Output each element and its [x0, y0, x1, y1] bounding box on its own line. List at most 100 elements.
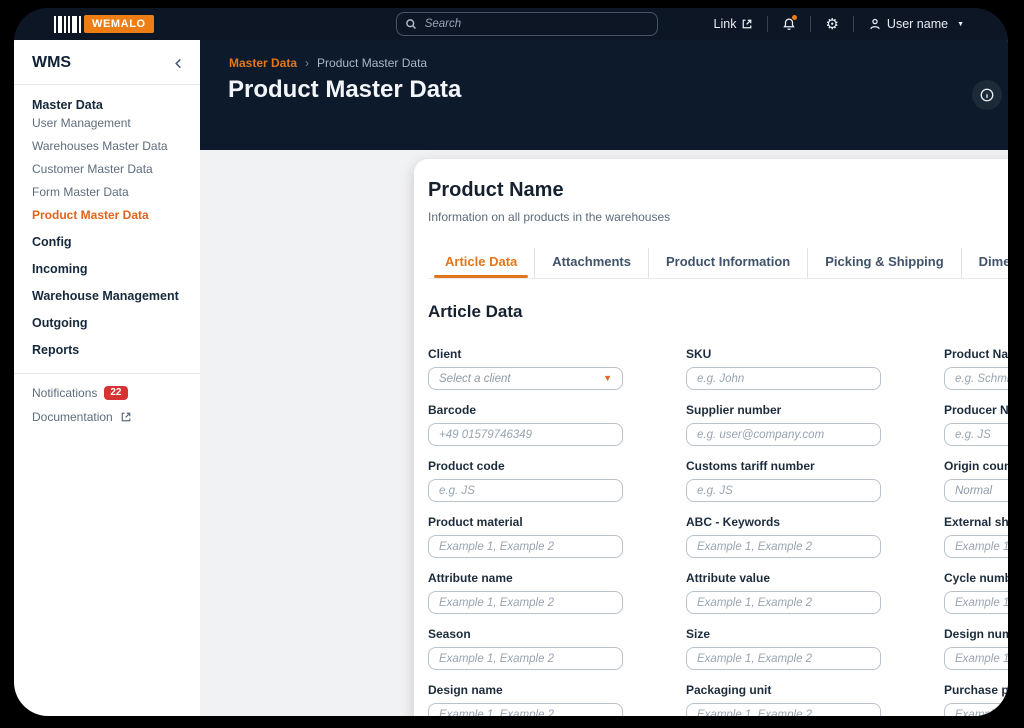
- page-title: Product Master Data: [228, 76, 462, 103]
- client-select[interactable]: Select a client ▼: [428, 367, 623, 390]
- settings-button[interactable]: ⚙: [811, 17, 852, 32]
- external-link-icon: [741, 18, 753, 30]
- field-label: Attribute name: [428, 571, 513, 585]
- section-title: Article Data: [428, 302, 523, 321]
- sidebar-item-form-master-data[interactable]: Form Master Data: [32, 185, 186, 199]
- field-season: Season: [428, 627, 623, 670]
- user-icon: [868, 17, 882, 31]
- main-area: Master Data › Product Master Data Produc…: [200, 40, 1008, 716]
- sidebar-item-config[interactable]: Config: [32, 235, 186, 249]
- abc-keywords-input[interactable]: [686, 535, 881, 558]
- divider: [14, 84, 200, 85]
- sidebar-item-incoming[interactable]: Incoming: [32, 262, 186, 276]
- user-menu[interactable]: User name ▼: [854, 17, 978, 31]
- chevron-right-icon: ›: [305, 56, 310, 70]
- notifications-label: Notifications: [32, 386, 98, 400]
- attribute-value-input[interactable]: [686, 591, 881, 614]
- info-icon: [979, 87, 995, 103]
- cycle-number-input[interactable]: [944, 591, 1008, 614]
- sidebar-item-master-data[interactable]: Master Data: [32, 98, 186, 112]
- sidebar-item-user-management[interactable]: User Management: [32, 116, 186, 130]
- tab-article-data[interactable]: Article Data: [428, 248, 536, 278]
- field-label: Design number: [944, 627, 1008, 641]
- field-label: ABC - Keywords: [686, 515, 781, 529]
- sidebar-item-documentation[interactable]: Documentation: [32, 410, 186, 424]
- user-name-label: User name: [886, 17, 949, 31]
- tab-attachments[interactable]: Attachments: [535, 248, 649, 278]
- search-input[interactable]: [422, 17, 649, 31]
- wemalo-logo[interactable]: WEMALO: [54, 15, 154, 33]
- producer-name-input[interactable]: [944, 423, 1008, 446]
- sidebar-item-product-master-data[interactable]: Product Master Data: [32, 208, 186, 222]
- field-label: Producer Name: [944, 403, 1008, 417]
- barcode-input[interactable]: [428, 423, 623, 446]
- field-label: Product code: [428, 459, 505, 473]
- supplier-number-input[interactable]: [686, 423, 881, 446]
- breadcrumb: Master Data › Product Master Data: [229, 56, 427, 70]
- design-name-input[interactable]: [428, 703, 623, 716]
- top-navbar: WEMALO Link: [14, 8, 1008, 40]
- field-client: Client Select a client ▼: [428, 347, 623, 390]
- notifications-badge: 22: [104, 386, 128, 400]
- sidebar-item-notifications[interactable]: Notifications 22: [32, 386, 186, 400]
- field-label: Client: [428, 347, 462, 361]
- field-attribute-value: Attribute value: [686, 571, 881, 614]
- sidebar-item-customer-master-data[interactable]: Customer Master Data: [32, 162, 186, 176]
- collapse-sidebar-icon[interactable]: [173, 58, 184, 69]
- tab-dimensions[interactable]: Dimensions: [962, 248, 1008, 278]
- field-label: Size: [686, 627, 711, 641]
- field-size: Size: [686, 627, 881, 670]
- sidebar-item-reports[interactable]: Reports: [32, 343, 186, 357]
- search-icon: [405, 18, 417, 30]
- field-barcode: Barcode: [428, 403, 623, 446]
- sidebar-item-warehouses-master-data[interactable]: Warehouses Master Data: [32, 139, 186, 153]
- field-design-number: Design number: [944, 627, 1008, 670]
- field-abc-keywords: ABC - Keywords: [686, 515, 881, 558]
- notifications-button[interactable]: [768, 15, 810, 31]
- card-subtitle: Information on all products in the wareh…: [428, 210, 671, 224]
- field-label: Customs tariff number: [686, 459, 815, 473]
- field-cycle-number: Cycle number: [944, 571, 1008, 614]
- product-name-input[interactable]: [944, 367, 1008, 390]
- field-supplier-number: Supplier number: [686, 403, 881, 446]
- field-customs-tariff-number: Customs tariff number: [686, 459, 881, 502]
- breadcrumb-master-data[interactable]: Master Data: [229, 56, 297, 70]
- sku-input[interactable]: [686, 367, 881, 390]
- attribute-name-input[interactable]: [428, 591, 623, 614]
- article-data-form: Client Select a client ▼ SKU Product Nam…: [428, 347, 1008, 716]
- field-label: Cycle number: [944, 571, 1008, 585]
- packaging-unit-input[interactable]: [686, 703, 881, 716]
- field-product-name: Product Name: [944, 347, 1008, 390]
- product-card: Product Name Information on all products…: [414, 159, 1008, 716]
- field-label: Attribute value: [686, 571, 771, 585]
- sidebar: WMS Master Data User Management Warehous…: [14, 40, 200, 716]
- field-label: SKU: [686, 347, 712, 361]
- size-input[interactable]: [686, 647, 881, 670]
- customs-tariff-input[interactable]: [686, 479, 881, 502]
- field-product-material: Product material: [428, 515, 623, 558]
- season-input[interactable]: [428, 647, 623, 670]
- tab-product-information[interactable]: Product Information: [649, 248, 809, 278]
- external-shop-id-input[interactable]: [944, 535, 1008, 558]
- sidebar-item-outgoing[interactable]: Outgoing: [32, 316, 186, 330]
- gear-icon: ⚙: [825, 15, 839, 33]
- select-value: Select a client: [439, 372, 511, 385]
- purchase-price-input[interactable]: [944, 703, 1008, 716]
- link-button[interactable]: Link: [700, 17, 768, 31]
- design-number-input[interactable]: [944, 647, 1008, 670]
- field-label: Design name: [428, 683, 503, 697]
- product-code-input[interactable]: [428, 479, 623, 502]
- sidebar-item-warehouse-management[interactable]: Warehouse Management: [32, 289, 186, 303]
- field-label: External shop ID: [944, 515, 1008, 529]
- product-material-input[interactable]: [428, 535, 623, 558]
- documentation-label: Documentation: [32, 410, 113, 424]
- field-label: Supplier number: [686, 403, 782, 417]
- page-header-band: Master Data › Product Master Data Produc…: [200, 40, 1008, 150]
- field-product-code: Product code: [428, 459, 623, 502]
- barcode-icon: [54, 15, 81, 33]
- origin-country-select[interactable]: Normal ▼: [944, 479, 1008, 502]
- global-search[interactable]: [395, 12, 658, 36]
- info-button[interactable]: [972, 80, 1002, 110]
- tab-picking-shipping[interactable]: Picking & Shipping: [808, 248, 962, 278]
- field-design-name: Design name: [428, 683, 623, 716]
